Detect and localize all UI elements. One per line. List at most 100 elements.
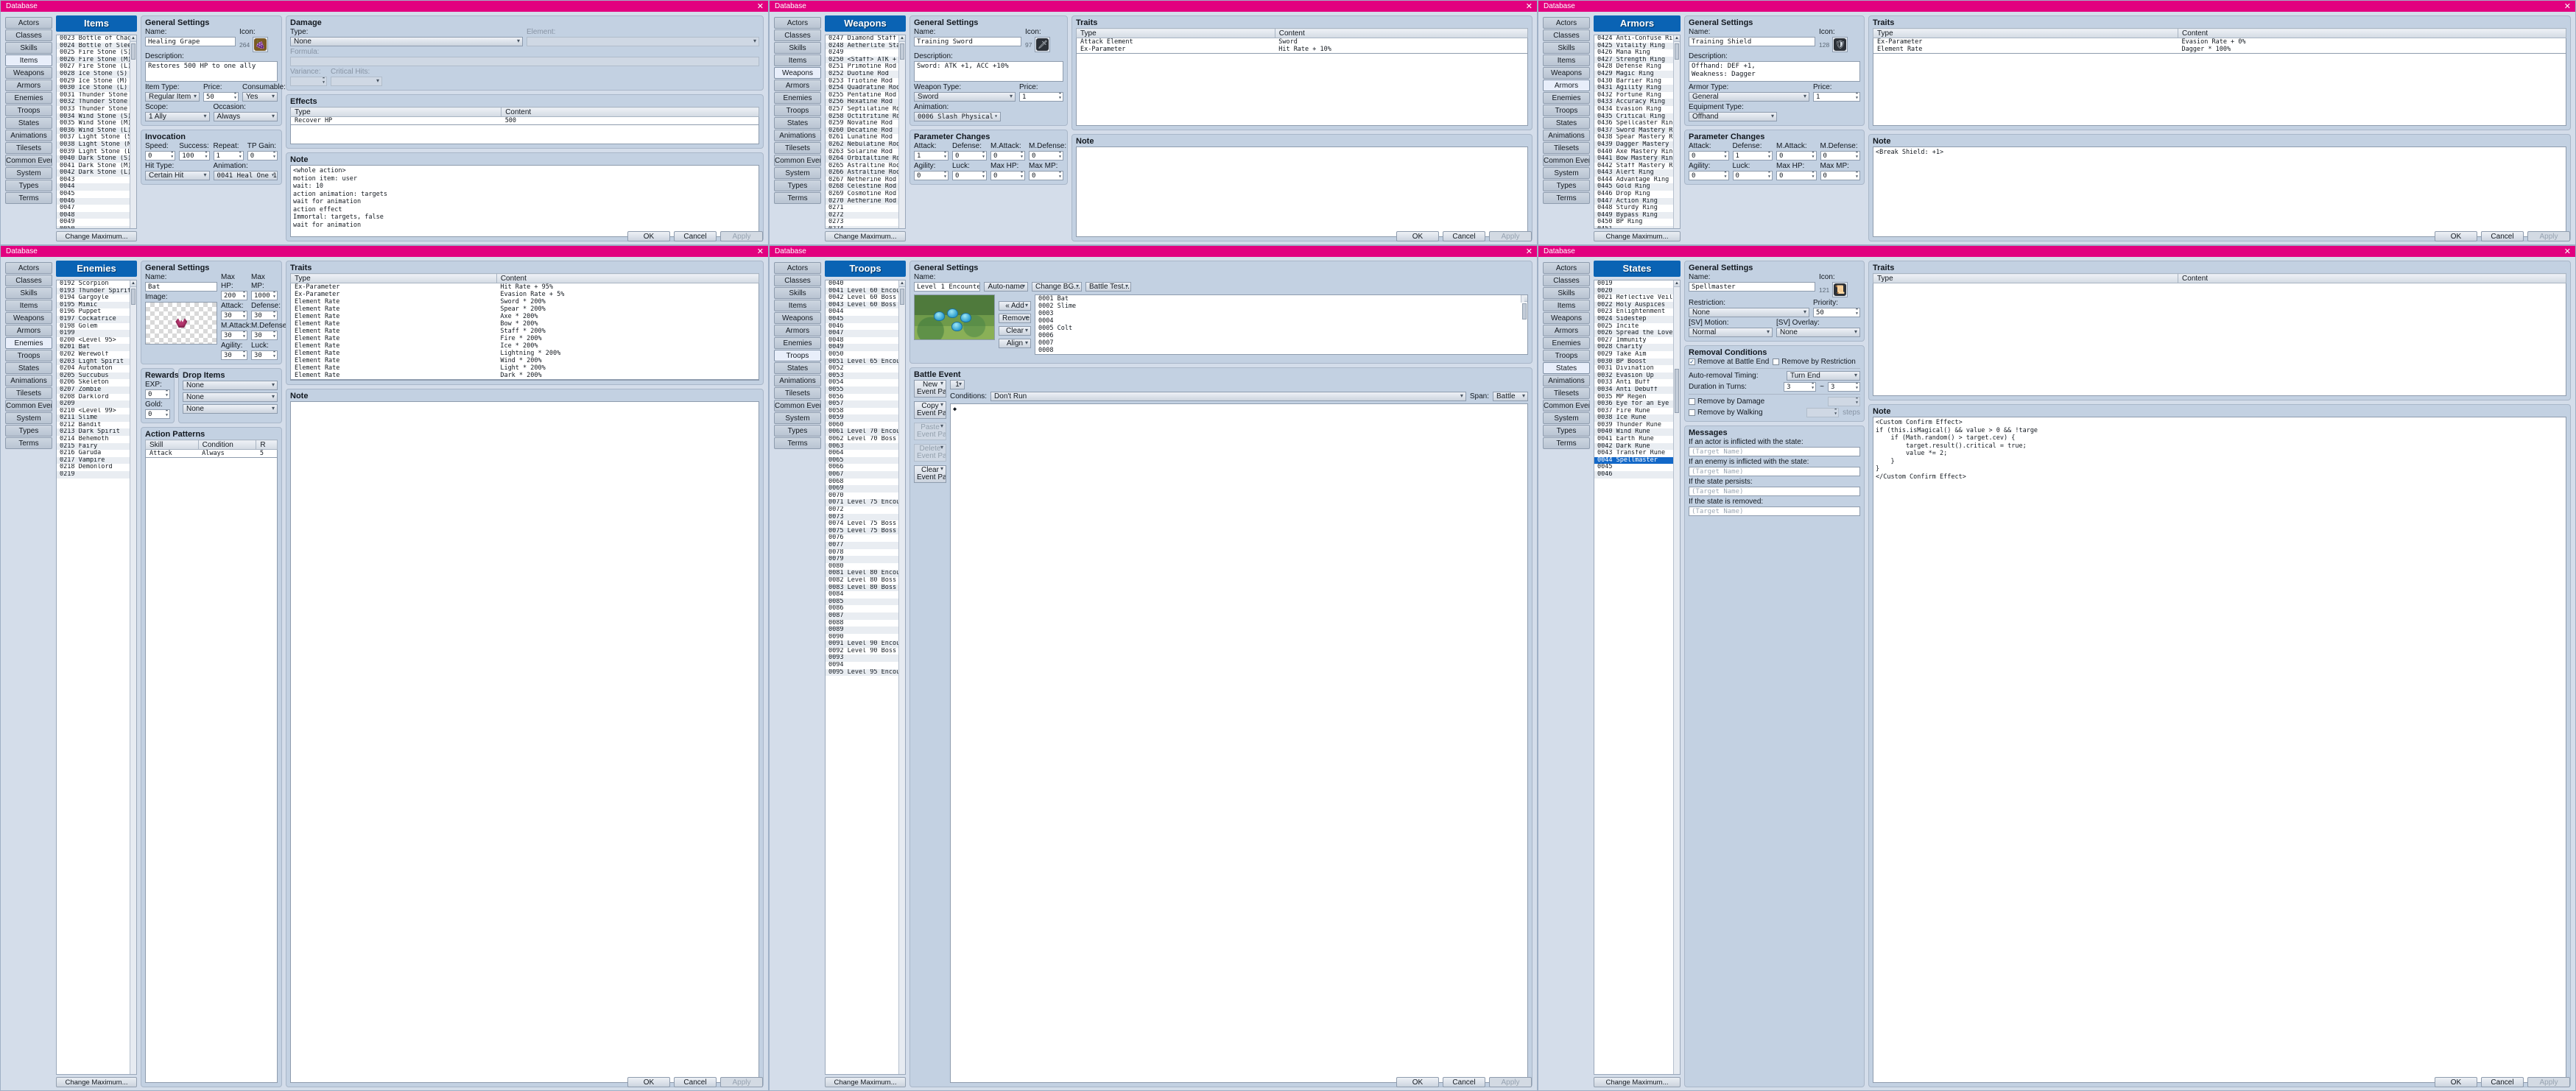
drop-item-1[interactable]: None bbox=[183, 381, 278, 390]
list-item[interactable]: 0091 Level 90 Encounters bbox=[826, 640, 905, 648]
sidebar-item-skills[interactable]: Skills bbox=[1543, 287, 1590, 299]
priority-input[interactable]: 50 bbox=[1813, 308, 1860, 317]
table-row[interactable]: Ex-Parameter Hit Rate + 10% bbox=[1077, 46, 1528, 54]
list-item[interactable]: 0071 Level 75 Encounters bbox=[826, 499, 905, 506]
sidebar-item-classes[interactable]: Classes bbox=[1543, 275, 1590, 286]
sidebar-item-classes[interactable]: Classes bbox=[5, 275, 52, 286]
list-item[interactable]: 0023 Enlightenment bbox=[1594, 308, 1680, 316]
sidebar-item-states[interactable]: States bbox=[774, 362, 821, 374]
list-item[interactable]: 0202 Werewolf bbox=[57, 351, 136, 359]
list-item[interactable]: 0260 Decatine Rod bbox=[826, 127, 905, 135]
apply-button[interactable]: Apply bbox=[720, 1077, 763, 1087]
list-item[interactable]: 0044 Spellmaster bbox=[1594, 456, 1680, 465]
table-row[interactable]: Ex-Parameter Evasion Rate + 5% bbox=[291, 291, 759, 298]
ok-button[interactable]: OK bbox=[627, 231, 670, 241]
list-item[interactable]: 0064 bbox=[826, 450, 905, 457]
sidebar-item-armors[interactable]: Armors bbox=[774, 80, 821, 91]
list-item[interactable]: 0088 bbox=[826, 620, 905, 627]
mdefense-input[interactable]: 30 bbox=[251, 331, 278, 340]
list-item[interactable]: 0025 Fire Stone (S) bbox=[57, 49, 136, 57]
sidebar-item-actors[interactable]: Actors bbox=[1543, 262, 1590, 274]
table-row[interactable]: Element Rate Wind * 200% bbox=[291, 357, 759, 364]
sidebar-item-items[interactable]: Items bbox=[774, 54, 821, 66]
paste-event-page-button[interactable]: Paste Event Page bbox=[914, 423, 946, 440]
list-item[interactable]: 0031 Thunder Stone (S) bbox=[57, 92, 136, 99]
traits-table[interactable]: Type Content Ex-Parameter Evasion Rate + … bbox=[1872, 28, 2566, 54]
apply-button[interactable]: Apply bbox=[720, 231, 763, 241]
table-row[interactable]: Recover HP 500 bbox=[291, 117, 759, 125]
scroll-up-icon[interactable]: ▲ bbox=[1524, 295, 1527, 302]
list-item[interactable]: 0442 Staff Mastery Ring bbox=[1594, 163, 1680, 170]
list-item[interactable]: 0081 Level 80 Encounters bbox=[826, 570, 905, 577]
new-event-page-button[interactable]: New Event Page bbox=[914, 380, 946, 398]
remove-by-walking-checkbox[interactable]: Remove by Walking bbox=[1689, 409, 1803, 417]
list-scrollbar[interactable]: ▲ bbox=[1673, 35, 1680, 228]
price-input[interactable]: 1 bbox=[1019, 92, 1063, 102]
sidebar-item-enemies[interactable]: Enemies bbox=[1543, 92, 1590, 104]
list-item[interactable]: 0269 Cosmotine Rod bbox=[826, 191, 905, 198]
list-item[interactable]: 0427 Strength Ring bbox=[1594, 56, 1680, 64]
list-item[interactable]: 0204 Automaton bbox=[57, 365, 136, 373]
action-patterns-table[interactable]: Skill Condition R Attack Always 5 bbox=[145, 439, 278, 458]
name-input[interactable]: Bat bbox=[145, 282, 217, 292]
sidebar-item-common-events[interactable]: Common Events bbox=[1543, 155, 1590, 166]
sidebar-item-system[interactable]: System bbox=[5, 167, 52, 179]
formula-input[interactable] bbox=[290, 57, 759, 66]
list-item[interactable]: 0083 Level 80 Boss bbox=[826, 584, 905, 592]
list-item[interactable]: 0219 bbox=[57, 471, 136, 479]
traits-table[interactable]: Type Content Attack Element Sword Ex-Param… bbox=[1076, 28, 1529, 54]
list-item[interactable]: 0255 Pentatine Rod bbox=[826, 92, 905, 99]
sidebar-item-enemies[interactable]: Enemies bbox=[774, 92, 821, 104]
sidebar-item-tilesets[interactable]: Tilesets bbox=[1543, 387, 1590, 399]
list-item[interactable]: 0274 bbox=[826, 226, 905, 228]
list-item[interactable]: 0201 Bat bbox=[57, 344, 136, 351]
weapon-icon-button[interactable]: 🗡 bbox=[1035, 37, 1051, 52]
restriction-select[interactable]: None bbox=[1689, 308, 1809, 317]
list-item[interactable]: 0438 Spear Mastery Ring bbox=[1594, 134, 1680, 141]
note-textarea[interactable]: <Break Shield: +1> bbox=[1873, 146, 2566, 237]
close-icon[interactable]: ✕ bbox=[757, 247, 764, 256]
sv-overlay-select[interactable]: None bbox=[1776, 328, 1860, 337]
sidebar-item-skills[interactable]: Skills bbox=[774, 287, 821, 299]
cancel-button[interactable]: Cancel bbox=[674, 231, 717, 241]
sidebar-item-skills[interactable]: Skills bbox=[1543, 42, 1590, 54]
scroll-up-icon[interactable]: ▲ bbox=[899, 35, 905, 42]
list-item[interactable]: 0253 Triotine Rod bbox=[826, 78, 905, 85]
hit-type-select[interactable]: Certain Hit bbox=[145, 171, 210, 180]
name-input[interactable]: Healing Grape bbox=[145, 37, 236, 46]
list-item[interactable]: 0037 Fire Rune bbox=[1594, 408, 1680, 415]
list-item[interactable]: 0448 Sturdy Ring bbox=[1594, 205, 1680, 212]
armor-list[interactable]: 0424 Anti-Confuse Ring 0425 Vitality Ring… bbox=[1594, 35, 1681, 229]
list-item[interactable]: 0252 Duotine Rod bbox=[826, 70, 905, 78]
sidebar-item-enemies[interactable]: Enemies bbox=[1543, 337, 1590, 349]
change-maximum-button[interactable]: Change Maximum... bbox=[825, 1077, 906, 1087]
luck-input[interactable]: 0 bbox=[952, 171, 987, 180]
list-item[interactable]: 0212 Bandit bbox=[57, 422, 136, 429]
list-item[interactable]: 0028 Charity bbox=[1594, 344, 1680, 351]
list-item[interactable]: 0043 Transfer Rune bbox=[1594, 450, 1680, 457]
list-item[interactable]: 0045 bbox=[826, 315, 905, 323]
sv-motion-select[interactable]: Normal bbox=[1689, 328, 1773, 337]
list-item[interactable]: 0036 Eye for an Eye bbox=[1594, 400, 1680, 408]
list-item[interactable]: 0032 Thunder Stone (M) bbox=[57, 99, 136, 106]
list-item[interactable]: 0048 bbox=[826, 337, 905, 345]
list-item[interactable]: 0057 bbox=[826, 400, 905, 408]
list-item[interactable]: 0207 Zombie bbox=[57, 386, 136, 394]
description-input[interactable]: Offhand: DEF +1, Weakness: Dagger bbox=[1689, 61, 1860, 82]
sidebar-item-types[interactable]: Types bbox=[5, 425, 52, 437]
list-item[interactable]: 0445 Gold Ring bbox=[1594, 183, 1680, 191]
list-item[interactable]: 0263 Solarine Rod bbox=[826, 149, 905, 156]
change-maximum-button[interactable]: Change Maximum... bbox=[1594, 231, 1681, 241]
list-item[interactable]: 0254 Quadratine Rod bbox=[826, 85, 905, 92]
change-maximum-button[interactable]: Change Maximum... bbox=[1594, 1077, 1681, 1087]
state-persists-input[interactable]: (Target Name) bbox=[1689, 487, 1860, 496]
table-row[interactable]: Element Rate Axe * 200% bbox=[291, 313, 759, 320]
close-icon[interactable]: ✕ bbox=[1526, 247, 1532, 256]
list-item[interactable]: 0043 Level 60 Boss bbox=[826, 301, 905, 309]
cancel-button[interactable]: Cancel bbox=[1443, 231, 1485, 241]
sidebar-item-items[interactable]: Items bbox=[1543, 54, 1590, 66]
list-scrollbar[interactable]: ▲ bbox=[898, 280, 905, 1074]
list-item[interactable]: 0195 Mimic bbox=[57, 301, 136, 309]
list-item[interactable]: 0032 Evasion Up bbox=[1594, 372, 1680, 380]
list-item[interactable]: 0093 bbox=[826, 654, 905, 663]
